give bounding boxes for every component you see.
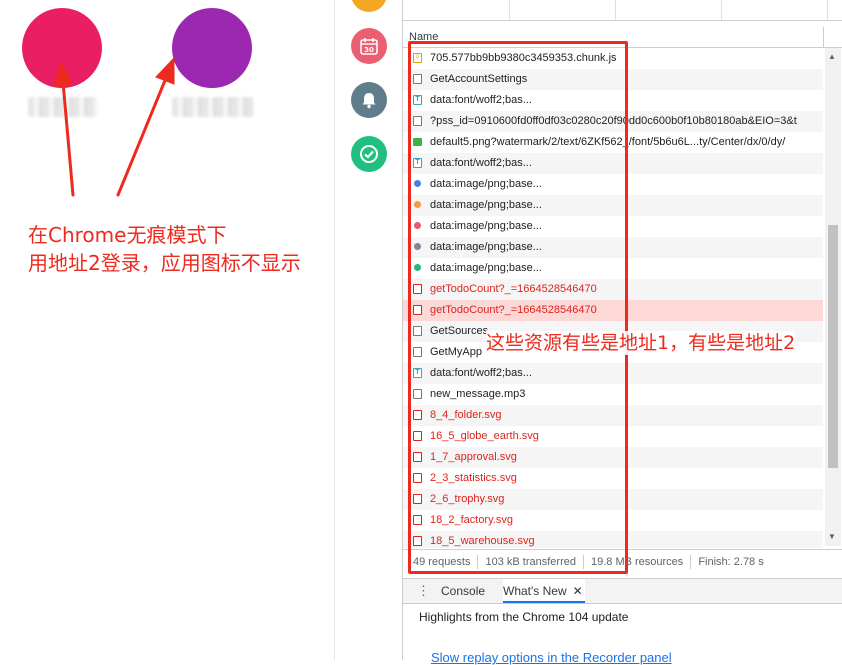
arrow-to-avatar-2 <box>116 76 168 197</box>
arrow-head-1 <box>53 60 73 87</box>
annotation-arrows <box>53 56 175 197</box>
arrow-to-avatar-1 <box>61 80 75 197</box>
arrow-head-2 <box>155 56 175 85</box>
